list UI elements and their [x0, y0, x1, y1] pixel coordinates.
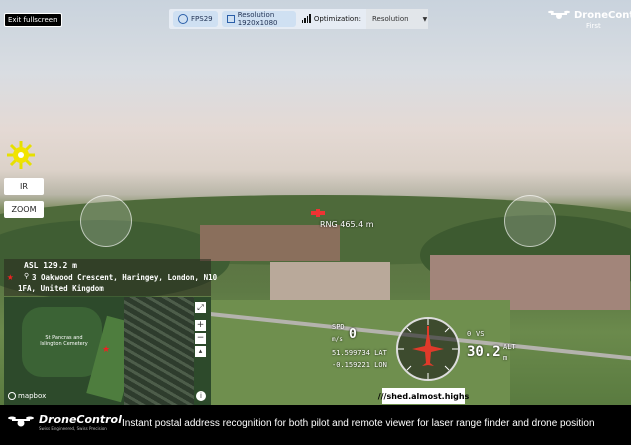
asl-readout: ASL 129.2 m: [24, 261, 77, 270]
info-icon[interactable]: i: [196, 391, 206, 401]
right-joystick[interactable]: [504, 195, 556, 247]
resolution-label: Resolution 1920x1080: [237, 11, 278, 27]
altitude-unit: m: [503, 354, 508, 362]
pin-icon: ⚲: [24, 272, 30, 280]
compass-button[interactable]: ▴: [195, 346, 206, 357]
optimization-label: Optimization:: [313, 15, 361, 23]
range-readout: RNG 465.4 m: [320, 220, 374, 229]
resolution-chip: Resolution 1920x1080: [221, 11, 296, 27]
brand-logo-top: DroneControl: [548, 9, 631, 21]
zoom-out-button[interactable]: −: [195, 333, 206, 344]
footer-banner: DroneControl Swiss Engineered, Swiss Pre…: [0, 405, 631, 445]
fps-chip: FPS29: [173, 11, 218, 27]
mapbox-attribution: mapbox: [8, 392, 46, 400]
optimization-value: Resolution: [372, 15, 409, 23]
address-line-1: 3 Oakwood Crescent, Haringey, London, N1…: [32, 273, 218, 282]
mini-map[interactable]: St Pancras and Islington Cemetery ★ ⤢ + …: [4, 297, 211, 405]
ir-button[interactable]: IR: [4, 178, 44, 195]
compass-attitude-indicator: [395, 316, 461, 382]
optimization-select[interactable]: Resolution ▼: [366, 9, 428, 29]
mapbox-logo-icon: [8, 392, 16, 400]
fullscreen-map-icon[interactable]: ⤢: [195, 302, 206, 313]
location-info-panel: ASL 129.2 m ★ ⚲ 3 Oakwood Crescent, Hari…: [4, 259, 217, 296]
map-streets: [124, 297, 194, 405]
monitor-icon: [226, 15, 235, 23]
exit-fullscreen-button[interactable]: Exit fullscreen: [4, 13, 62, 27]
address-line-2: 1FA, United Kingdom: [18, 284, 104, 293]
longitude: -0.159221 LON: [332, 361, 387, 369]
houses-row: [270, 262, 390, 302]
top-toolbar: FPS29 Resolution 1920x1080 Optimization:…: [169, 9, 428, 29]
target-marker-icon: [311, 209, 325, 217]
drone-logo-icon: [548, 10, 570, 19]
brand-name: DroneControl: [574, 9, 631, 21]
brand-subtitle: First Responder: [586, 22, 601, 30]
left-joystick[interactable]: [80, 195, 132, 247]
footer-caption: Instant postal address recognition for b…: [122, 418, 595, 429]
star-icon: ★: [7, 270, 14, 283]
altitude-value: 30.2: [467, 344, 501, 360]
what3words-badge: ///shed.almost.highs: [378, 388, 469, 404]
houses-roof: [200, 225, 340, 261]
vertical-speed-label: VS: [476, 330, 485, 338]
zoom-button[interactable]: ZOOM: [4, 201, 44, 218]
fps-label: FPS29: [191, 15, 213, 23]
sun-tool-icon[interactable]: [6, 140, 36, 170]
drone-logo-icon: [8, 416, 34, 427]
map-position-icon: ★: [102, 345, 111, 355]
altitude-label: ALT: [503, 343, 516, 351]
latitude: 51.599734 LAT: [332, 349, 387, 357]
optimization-group: Optimization:: [301, 14, 361, 23]
speedometer-icon: [178, 14, 188, 24]
vertical-speed-value: 0: [467, 330, 472, 338]
footer-logo: DroneControl Swiss Engineered, Swiss Pre…: [8, 413, 122, 431]
speed-value: 0: [349, 327, 357, 342]
chevron-down-icon: ▼: [422, 15, 428, 23]
zoom-in-button[interactable]: +: [195, 320, 206, 331]
signal-bars-icon: [301, 14, 311, 23]
footer-brand: DroneControl Swiss Engineered, Swiss Pre…: [39, 413, 122, 431]
speed-label: SPD: [332, 323, 345, 331]
what3words-text: ///shed.almost.highs: [377, 391, 470, 401]
map-cemetery-label: St Pancras and Islington Cemetery: [40, 335, 88, 347]
speed-unit: m/s: [332, 336, 343, 343]
